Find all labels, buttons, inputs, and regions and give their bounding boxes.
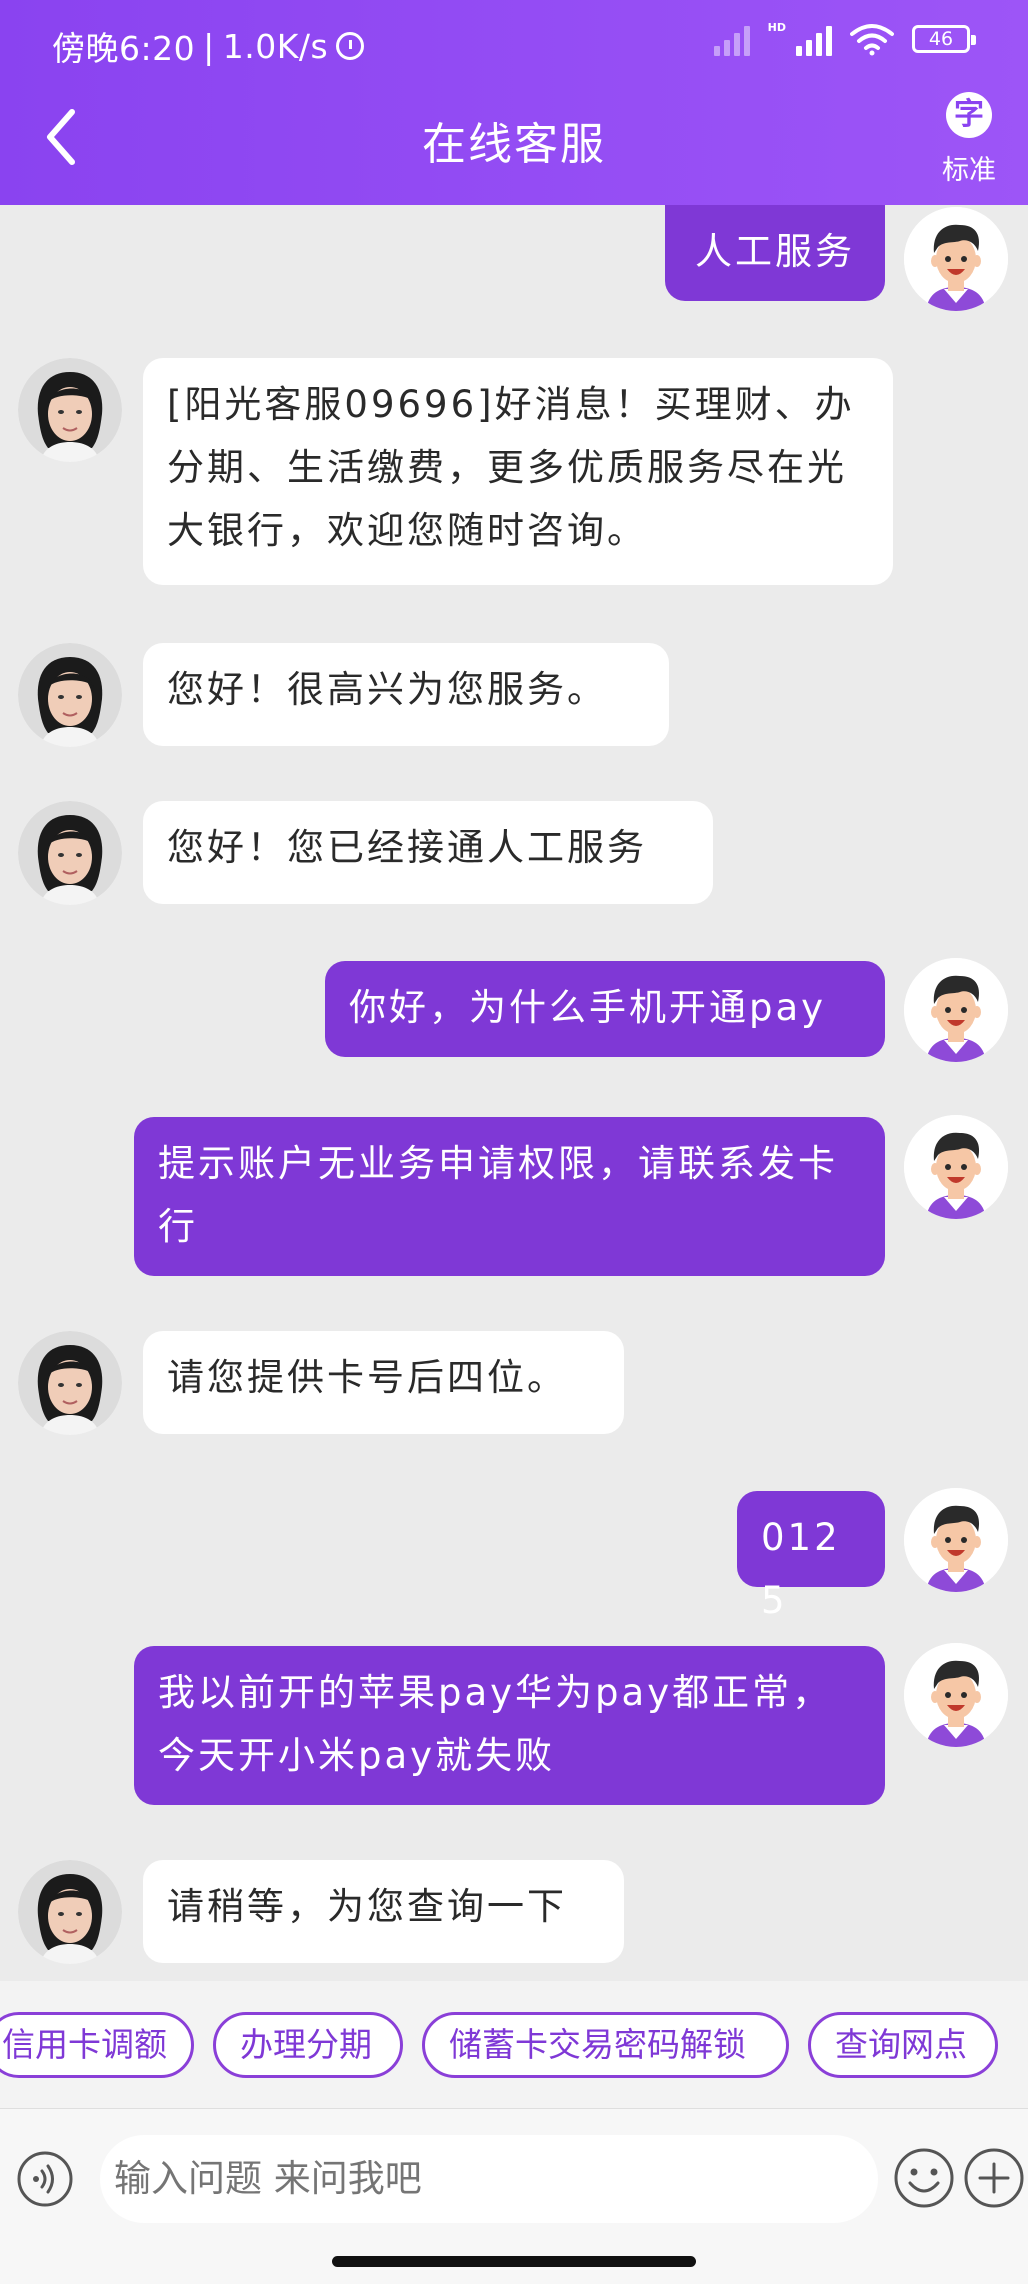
user-avatar-icon bbox=[904, 958, 1008, 1062]
quick-reply-label: 储蓄卡交易密码解锁 bbox=[449, 2025, 746, 2064]
message-bubble-agent: [阳光客服09696]好消息！买理财、办分期、生活缴费，更多优质服务尽在光大银行… bbox=[143, 358, 893, 585]
font-size-button[interactable]: 字 标准 bbox=[934, 92, 1004, 187]
message-bubble-user: 我以前开的苹果pay华为pay都正常，今天开小米pay就失败 bbox=[134, 1646, 885, 1805]
user-avatar-icon bbox=[904, 1115, 1008, 1219]
battery-icon: 46 bbox=[912, 25, 976, 53]
quick-reply-label: 信用卡调额 bbox=[2, 2025, 167, 2064]
network-speed: 1.0K/s bbox=[222, 26, 329, 66]
user-avatar bbox=[904, 1115, 1008, 1219]
message-bubble-agent: 您好！您已经接通人工服务 bbox=[143, 801, 713, 904]
quick-reply-unlock-password[interactable]: 储蓄卡交易密码解锁 bbox=[422, 2012, 789, 2078]
signal-icon-2 bbox=[796, 22, 832, 56]
quick-reply-bar[interactable]: 信用卡调额 办理分期 储蓄卡交易密码解锁 查询网点 bbox=[0, 1981, 1028, 2108]
plus-icon[interactable] bbox=[963, 2147, 1025, 2209]
status-separator: | bbox=[203, 26, 215, 66]
app-header: 傍晚6:20 | 1.0K/s HD 46 在线客服 字 标准 bbox=[0, 0, 1028, 205]
agent-avatar bbox=[18, 801, 122, 905]
message-input[interactable] bbox=[100, 2135, 878, 2223]
font-size-icon: 字 bbox=[946, 92, 992, 138]
status-time: 傍晚6:20 bbox=[52, 29, 196, 68]
quick-reply-label: 办理分期 bbox=[240, 2025, 372, 2064]
battery-level: 46 bbox=[928, 28, 954, 50]
message-bubble-user: 你好，为什么手机开通pay bbox=[325, 961, 885, 1057]
agent-avatar-icon bbox=[18, 801, 122, 905]
quick-reply-label: 查询网点 bbox=[835, 2025, 967, 2064]
message-bubble-agent: 请您提供卡号后四位。 bbox=[143, 1331, 624, 1434]
agent-avatar-icon bbox=[18, 643, 122, 747]
font-size-label: 标准 bbox=[942, 155, 996, 186]
agent-avatar bbox=[18, 1331, 122, 1435]
quick-reply-credit-limit[interactable]: 信用卡调额 bbox=[0, 2012, 194, 2078]
page-title: 在线客服 bbox=[422, 119, 606, 170]
quick-reply-installment[interactable]: 办理分期 bbox=[213, 2012, 403, 2078]
agent-avatar-icon bbox=[18, 358, 122, 462]
user-avatar bbox=[904, 958, 1008, 1062]
user-avatar-icon bbox=[904, 1488, 1008, 1592]
status-left: 傍晚6:20 | 1.0K/s bbox=[52, 22, 365, 70]
alarm-icon bbox=[336, 32, 365, 60]
agent-avatar-icon bbox=[18, 1331, 122, 1435]
message-bubble-agent: 请稍等，为您查询一下 bbox=[143, 1860, 624, 1963]
user-avatar-icon bbox=[904, 1643, 1008, 1747]
user-avatar bbox=[904, 1488, 1008, 1592]
home-indicator[interactable] bbox=[332, 2256, 696, 2267]
quick-reply-find-branch[interactable]: 查询网点 bbox=[808, 2012, 998, 2078]
agent-avatar bbox=[18, 1860, 122, 1964]
agent-avatar bbox=[18, 643, 122, 747]
user-avatar bbox=[904, 1643, 1008, 1747]
message-bubble-user: 0125 bbox=[737, 1491, 885, 1622]
agent-avatar bbox=[18, 358, 122, 462]
input-bar bbox=[0, 2108, 1028, 2243]
wifi-icon bbox=[850, 24, 894, 56]
message-bubble-user: 人工服务 bbox=[665, 205, 885, 301]
status-right: HD 46 bbox=[713, 20, 976, 56]
emoji-icon[interactable] bbox=[893, 2147, 955, 2209]
voice-icon[interactable] bbox=[16, 2150, 74, 2208]
agent-avatar-icon bbox=[18, 1860, 122, 1964]
hd-label: HD bbox=[767, 20, 786, 34]
signal-icon bbox=[713, 22, 750, 56]
chat-area[interactable]: 人工服务 [阳光客服09696]好消息！买理财、办分期、生活缴费，更多优质服务尽… bbox=[0, 205, 1028, 1981]
user-avatar-icon bbox=[904, 207, 1008, 311]
message-bubble-user: 提示账户无业务申请权限，请联系发卡行 bbox=[134, 1117, 885, 1276]
message-bubble-agent: 您好！很高兴为您服务。 bbox=[143, 643, 669, 746]
status-bar: 傍晚6:20 | 1.0K/s HD 46 bbox=[0, 0, 1028, 90]
user-avatar bbox=[904, 207, 1008, 311]
